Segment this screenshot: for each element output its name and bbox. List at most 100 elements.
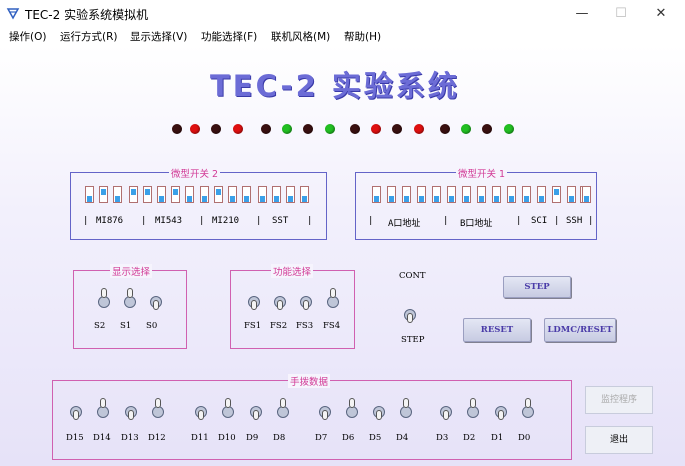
data-label-d12: D12 xyxy=(148,433,166,443)
data-label-d7: D7 xyxy=(315,433,328,443)
data-toggle-d15[interactable] xyxy=(70,398,82,420)
micro1-dip-switch[interactable] xyxy=(387,186,396,203)
micro2-dip-switch[interactable] xyxy=(200,186,209,203)
data-toggle-d0[interactable] xyxy=(522,398,534,420)
dip-knob xyxy=(159,196,164,202)
exit-button[interactable]: 退出 xyxy=(585,426,653,454)
ldmc-reset-button[interactable]: LDMC/RESET xyxy=(544,318,616,342)
data-toggle-d4[interactable] xyxy=(400,398,412,420)
micro2-dip-switch[interactable] xyxy=(300,186,309,203)
menu-bar: 操作(O) 运行方式(R) 显示选择(V) 功能选择(F) 联机风格(M) 帮助… xyxy=(0,27,685,45)
micro2-dip-switch[interactable] xyxy=(185,186,194,203)
data-label-d3: D3 xyxy=(436,433,449,443)
dip-knob xyxy=(509,196,514,202)
status-led xyxy=(303,124,313,134)
data-toggle-d12[interactable] xyxy=(152,398,164,420)
micro2-dip-switch[interactable] xyxy=(85,186,94,203)
menu-operate[interactable]: 操作(O) xyxy=(9,29,46,44)
micro1-dip-switch[interactable] xyxy=(372,186,381,203)
micro1-separator: | xyxy=(516,216,522,226)
micro1-separator: | xyxy=(443,216,449,226)
manual-data-group: 手拨数据 D15 D14 D13 D12 D11 D10 D9 D8 D7 D6 D5 D4 D3 D2 D… xyxy=(52,374,572,460)
data-label-d11: D11 xyxy=(191,433,209,443)
data-toggle-d14[interactable] xyxy=(97,398,109,420)
menu-display-select[interactable]: 显示选择(V) xyxy=(130,29,187,44)
minimize-button[interactable]: — xyxy=(568,4,596,24)
micro1-dip-switch[interactable] xyxy=(402,186,411,203)
menu-function-select[interactable]: 功能选择(F) xyxy=(201,29,257,44)
micro2-dip-switch[interactable] xyxy=(157,186,166,203)
micro2-dip-switch[interactable] xyxy=(228,186,237,203)
dip-knob xyxy=(419,196,424,202)
cont-step-toggle[interactable] xyxy=(404,301,416,323)
data-toggle-d6[interactable] xyxy=(346,398,358,420)
data-toggle-d9[interactable] xyxy=(250,398,262,420)
dip-knob xyxy=(187,196,192,202)
micro1-dip-switch[interactable] xyxy=(492,186,501,203)
dip-knob xyxy=(302,196,307,202)
func-toggle-fs3[interactable] xyxy=(300,288,312,310)
func-label-fs3: FS3 xyxy=(296,321,314,331)
micro1-dip-switch[interactable] xyxy=(477,186,486,203)
micro1-dip-switch[interactable] xyxy=(462,186,471,203)
micro1-dip-switch[interactable] xyxy=(537,186,546,203)
micro1-dip-switch[interactable] xyxy=(417,186,426,203)
micro2-dip-switch[interactable] xyxy=(214,186,223,203)
data-toggle-d5[interactable] xyxy=(373,398,385,420)
display-toggle-s2[interactable] xyxy=(98,288,110,310)
toggle-lever xyxy=(443,410,449,420)
micro1-dip-switch[interactable] xyxy=(582,186,591,203)
micro1-dip-switch[interactable] xyxy=(552,186,561,203)
func-label-fs2: FS2 xyxy=(270,321,288,331)
data-toggle-d2[interactable] xyxy=(467,398,479,420)
micro1-dip-switch[interactable] xyxy=(522,186,531,203)
toggle-lever xyxy=(403,398,409,408)
micro2-dip-switch[interactable] xyxy=(99,186,108,203)
status-led xyxy=(371,124,381,134)
dip-knob xyxy=(389,196,394,202)
data-toggle-d8[interactable] xyxy=(277,398,289,420)
toggle-lever xyxy=(407,313,413,323)
micro1-dip-switch[interactable] xyxy=(432,186,441,203)
data-toggle-d3[interactable] xyxy=(440,398,452,420)
micro1-dip-switch[interactable] xyxy=(507,186,516,203)
dip-knob xyxy=(145,189,150,195)
maximize-button[interactable]: ☐ xyxy=(607,4,635,24)
micro2-dip-switch[interactable] xyxy=(286,186,295,203)
micro2-dip-switch[interactable] xyxy=(242,186,251,203)
monitor-program-button[interactable]: 监控程序 xyxy=(585,386,653,414)
func-toggle-fs2[interactable] xyxy=(274,288,286,310)
micro2-dip-switch[interactable] xyxy=(272,186,281,203)
micro2-dip-switch[interactable] xyxy=(129,186,138,203)
menu-run-mode[interactable]: 运行方式(R) xyxy=(60,29,118,44)
data-toggle-d11[interactable] xyxy=(195,398,207,420)
data-toggle-d10[interactable] xyxy=(222,398,234,420)
data-toggle-d13[interactable] xyxy=(125,398,137,420)
micro-switch-1-legend: 微型开关 1 xyxy=(456,166,508,180)
close-button[interactable]: ✕ xyxy=(647,4,675,24)
micro1-dip-switch[interactable] xyxy=(567,186,576,203)
micro2-dip-switch[interactable] xyxy=(171,186,180,203)
display-toggle-s1[interactable] xyxy=(124,288,136,310)
reset-button[interactable]: RESET xyxy=(463,318,531,342)
data-label-d14: D14 xyxy=(93,433,111,443)
func-toggle-fs1[interactable] xyxy=(248,288,260,310)
data-toggle-d7[interactable] xyxy=(319,398,331,420)
display-toggle-s0[interactable] xyxy=(150,288,162,310)
dip-knob xyxy=(230,196,235,202)
menu-help[interactable]: 帮助(H) xyxy=(344,29,381,44)
data-label-d2: D2 xyxy=(463,433,476,443)
toggle-lever xyxy=(101,288,107,298)
step-button[interactable]: STEP xyxy=(503,276,571,298)
func-label-fs4: FS4 xyxy=(323,321,341,331)
func-toggle-fs4[interactable] xyxy=(327,288,339,310)
micro2-dip-switch[interactable] xyxy=(143,186,152,203)
micro1-dip-switch[interactable] xyxy=(447,186,456,203)
micro2-dip-switch[interactable] xyxy=(113,186,122,203)
dip-knob xyxy=(202,196,207,202)
data-toggle-d1[interactable] xyxy=(495,398,507,420)
toggle-lever xyxy=(251,300,257,310)
micro2-dip-switch[interactable] xyxy=(258,186,267,203)
menu-online-style[interactable]: 联机风格(M) xyxy=(271,29,330,44)
dip-knob xyxy=(494,196,499,202)
